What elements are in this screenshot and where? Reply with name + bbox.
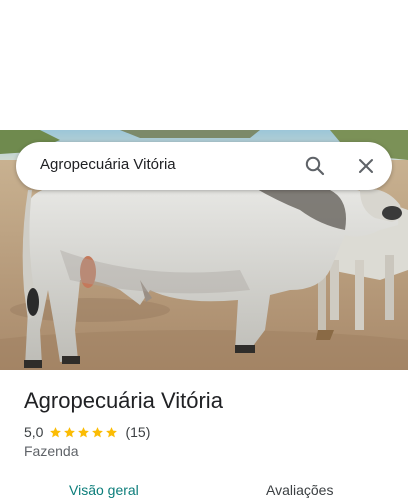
review-count[interactable]: (15) [125,424,150,440]
star-rating [49,426,119,439]
place-category: Fazenda [24,443,79,459]
star-icon [92,426,104,437]
close-icon[interactable] [354,154,378,178]
search-query-text[interactable]: Agropecuária Vitória [40,156,176,173]
star-icon [106,426,118,437]
tab-overview[interactable]: Visão geral [69,482,139,498]
place-title: Agropecuária Vitória [24,388,223,413]
search-bar[interactable]: Agropecuária Vitória [16,142,392,190]
star-icon [78,426,90,437]
map-area [0,0,408,130]
tab-reviews[interactable]: Avaliações [266,482,333,498]
star-icon [64,426,76,437]
rating-row[interactable]: 5,0 (15) [24,423,150,441]
rating-value: 5,0 [24,424,44,440]
search-icon[interactable] [303,154,327,178]
star-icon [50,426,62,437]
